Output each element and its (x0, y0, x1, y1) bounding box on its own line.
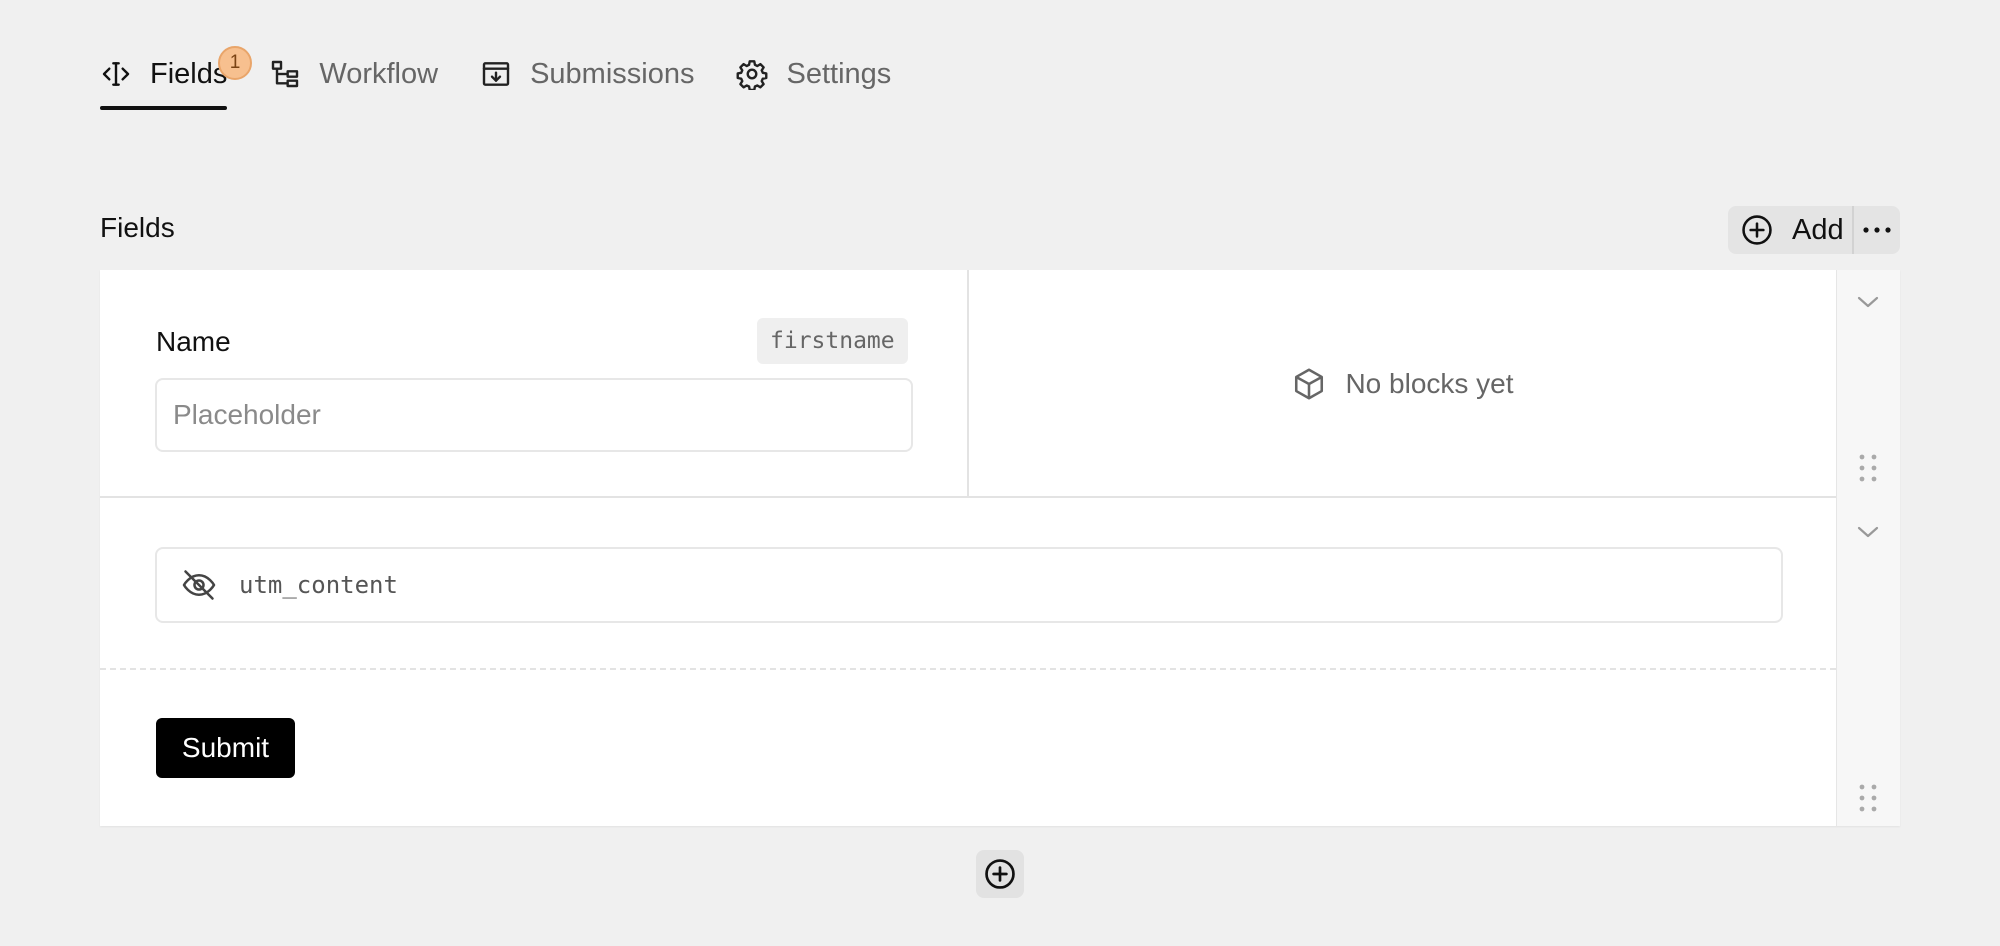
plus-circle-icon (985, 859, 1015, 889)
inbox-download-icon (482, 62, 510, 86)
tab-fields-label: Fields (150, 57, 228, 90)
hidden-field-key: utm_content (239, 571, 398, 599)
more-options-button[interactable] (1852, 206, 1900, 254)
form-card: Name firstname No blocks yet utm_content… (100, 270, 1900, 826)
field-label: Name (156, 326, 231, 357)
fields-toolbar: Add (1728, 206, 1900, 254)
hidden-field-utm-content[interactable]: utm_content (155, 547, 1783, 623)
collapse-row-1-button[interactable] (1850, 284, 1886, 320)
workflow-icon (272, 60, 299, 88)
tab-submissions-label: Submissions (530, 57, 695, 90)
collapse-row-2-button[interactable] (1850, 514, 1886, 550)
chevron-down-icon (1857, 296, 1879, 308)
tab-workflow-label: Workflow (319, 57, 439, 90)
chevron-down-icon (1857, 526, 1879, 538)
empty-blocks-text: No blocks yet (1345, 368, 1514, 399)
code-cursor-icon (102, 62, 130, 86)
cube-icon (1295, 368, 1324, 400)
notification-badge: 1 (218, 46, 252, 80)
tab-bar: Fields 1 Workflow Submissions Settings (100, 46, 933, 110)
more-horizontal-icon (1863, 227, 1891, 233)
dashed-separator (100, 668, 1836, 670)
add-row-button[interactable] (976, 850, 1024, 898)
field-key-tag: firstname (757, 318, 908, 364)
eye-off-icon (182, 570, 216, 600)
section-title: Fields (100, 212, 175, 243)
name-input[interactable] (155, 378, 913, 452)
submit-button[interactable]: Submit (156, 718, 295, 778)
add-field-button[interactable]: Add (1728, 206, 1852, 254)
row-controls-rail (1836, 270, 1900, 826)
drag-handle-icon[interactable] (1856, 452, 1880, 484)
gear-icon (737, 60, 768, 90)
blocks-empty-state: No blocks yet (969, 270, 1836, 498)
field-row-name: Name firstname No blocks yet (100, 270, 1836, 498)
plus-circle-icon (1742, 215, 1772, 245)
tab-submissions[interactable]: Submissions (480, 50, 694, 98)
tab-settings-label: Settings (786, 57, 892, 90)
add-button-label: Add (1792, 213, 1844, 246)
tab-fields[interactable]: Fields 1 (100, 46, 252, 110)
tab-workflow[interactable]: Workflow (269, 50, 438, 98)
tab-settings[interactable]: Settings (736, 50, 891, 98)
drag-handle-icon[interactable] (1856, 782, 1880, 814)
